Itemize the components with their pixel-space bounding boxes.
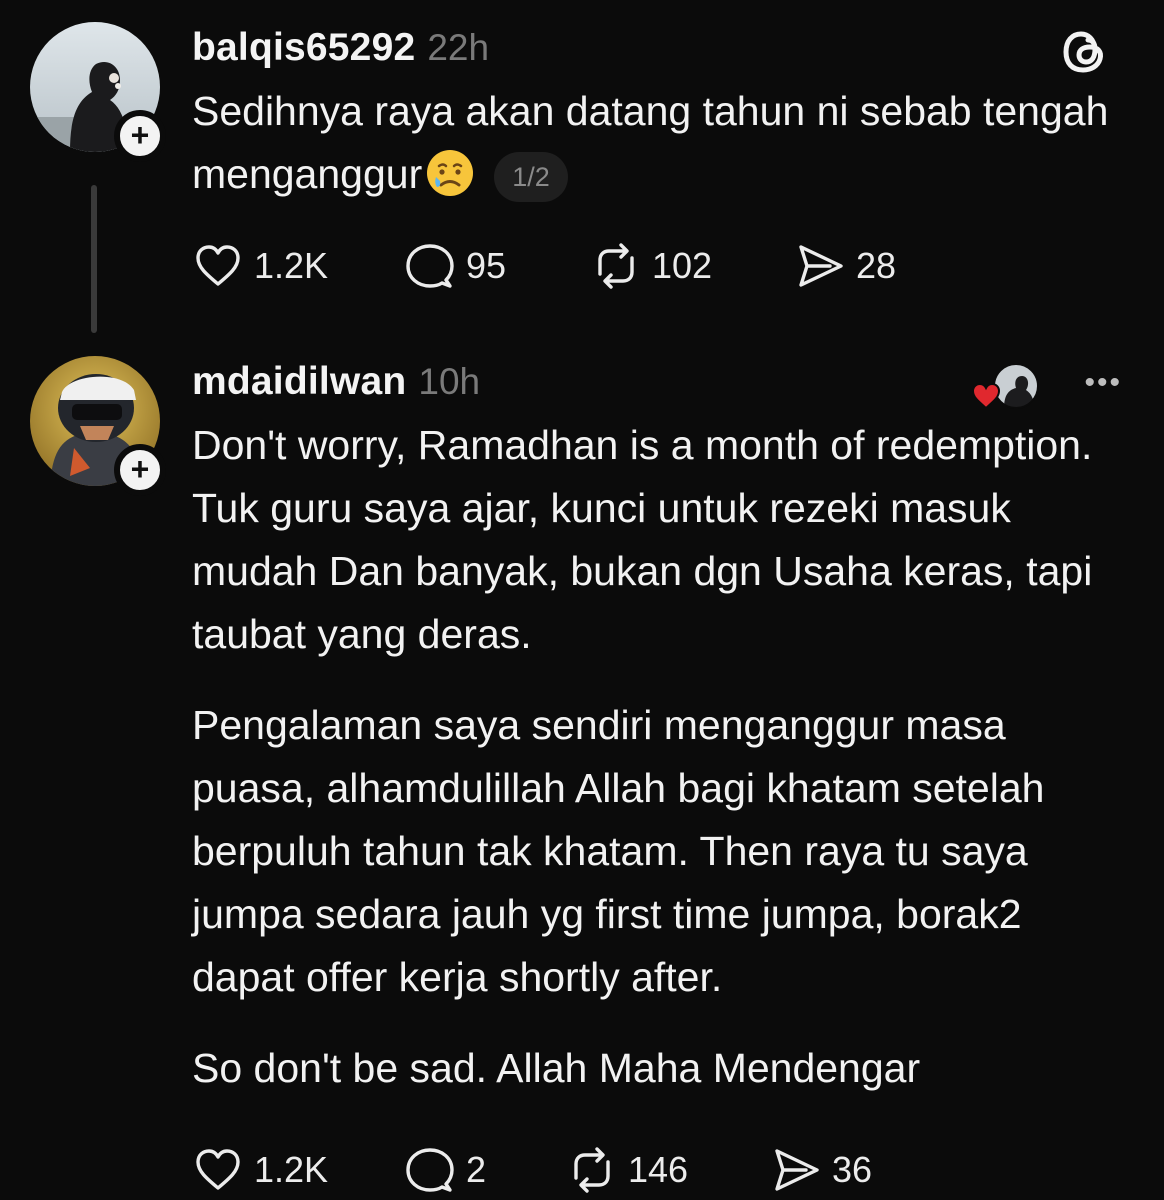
send-icon <box>799 245 843 287</box>
more-dots-icon[interactable]: ••• <box>1084 368 1122 398</box>
follow-plus-icon[interactable]: + <box>114 110 166 162</box>
threads-feed: + balqis65292 22h Sedihnya raya akan dat… <box>0 0 1164 1200</box>
post-paragraph: Don't worry, Ramadhan is a month of rede… <box>192 422 1093 657</box>
username[interactable]: balqis65292 <box>192 26 415 70</box>
reply-button[interactable]: 2 <box>404 1144 566 1196</box>
like-count: 1.2K <box>254 245 329 286</box>
post-actions: 1.2K 95 102 28 <box>192 240 896 292</box>
repost-arrows-icon <box>598 243 634 289</box>
like-count: 1.2K <box>254 1149 329 1190</box>
post-text: Sedihnya raya akan datang tahun ni sebab… <box>192 80 1128 206</box>
page-indicator: 1/2 <box>494 152 568 203</box>
follow-plus-icon[interactable]: + <box>114 444 166 496</box>
post-paragraph: Pengalaman saya sendiri menganggur masa … <box>192 702 1045 1000</box>
repost-count: 102 <box>652 245 713 286</box>
post-header: balqis65292 22h <box>192 20 1128 76</box>
repost-button[interactable]: 102 <box>590 240 794 292</box>
like-button[interactable]: 1.2K <box>192 1144 404 1196</box>
reply-count: 2 <box>466 1149 487 1190</box>
share-button[interactable]: 36 <box>770 1144 872 1196</box>
username[interactable]: mdaidilwan <box>192 360 406 404</box>
crying-face-emoji <box>427 150 474 197</box>
share-button[interactable]: 28 <box>794 240 896 292</box>
repost-count: 146 <box>628 1149 689 1190</box>
timestamp: 10h <box>418 361 481 402</box>
post-paragraph: So don't be sad. Allah Maha Mendengar <box>192 1045 921 1091</box>
post-content: balqis65292 22h Sedihnya raya akan datan… <box>192 20 1128 289</box>
liked-by-author-avatar <box>971 363 1039 410</box>
heart-icon <box>196 245 240 286</box>
share-count: 36 <box>832 1149 873 1190</box>
post-actions: 1.2K 2 146 36 <box>192 1144 872 1196</box>
post-body: Sedihnya raya akan datang tahun ni sebab… <box>192 88 1109 197</box>
repost-button[interactable]: 146 <box>566 1144 770 1196</box>
heart-icon <box>971 382 1001 410</box>
heart-icon <box>196 1149 240 1190</box>
share-count: 28 <box>856 245 897 286</box>
thread-connector-line <box>91 185 97 333</box>
speech-bubble-icon <box>406 244 454 288</box>
post-text: Don't worry, Ramadhan is a month of rede… <box>192 414 1128 1100</box>
reply-button[interactable]: 95 <box>404 240 590 292</box>
like-button[interactable]: 1.2K <box>192 240 404 292</box>
post-content: mdaidilwan 10h ••• Don't worry, Ramadhan… <box>192 354 1128 1193</box>
threads-logo-icon[interactable] <box>1054 22 1114 82</box>
reply-count: 95 <box>466 245 507 286</box>
speech-bubble-icon <box>406 1148 454 1192</box>
timestamp: 22h <box>427 27 490 68</box>
repost-arrows-icon <box>574 1147 610 1193</box>
send-icon <box>775 1149 819 1191</box>
